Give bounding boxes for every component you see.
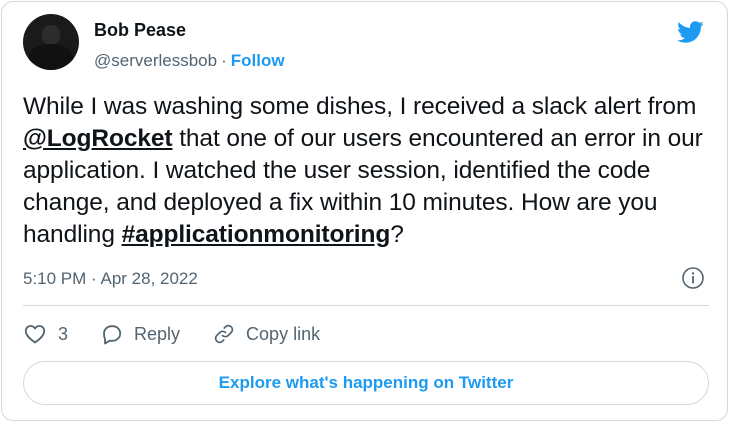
divider xyxy=(23,305,709,306)
info-icon[interactable] xyxy=(681,266,705,290)
copy-link-label: Copy link xyxy=(246,323,321,344)
action-bar: 3 Reply Copy link xyxy=(23,320,320,348)
tweet-text-part-3: ? xyxy=(390,221,404,248)
author-handle-line: @serverlessbob · Follow xyxy=(94,51,285,71)
author-name[interactable]: Bob Pease xyxy=(94,20,186,41)
tweet-text: While I was washing some dishes, I recei… xyxy=(23,91,713,251)
twitter-bird-icon[interactable] xyxy=(674,18,706,46)
avatar[interactable] xyxy=(23,14,79,70)
copy-link-button[interactable]: Copy link xyxy=(212,322,320,346)
like-count: 3 xyxy=(58,323,69,344)
like-button[interactable]: 3 xyxy=(23,322,68,346)
avatar-face xyxy=(42,25,60,45)
follow-button[interactable]: Follow xyxy=(231,51,285,70)
reply-label: Reply xyxy=(134,323,181,344)
explore-label: Explore what's happening on Twitter xyxy=(218,373,514,392)
link-icon xyxy=(214,324,234,344)
reply-bubble-icon xyxy=(103,325,122,345)
heart-icon xyxy=(24,325,46,344)
avatar-body xyxy=(29,44,73,70)
handle-separator: · xyxy=(221,51,227,70)
tweet-timestamp[interactable]: 5:10 PM · Apr 28, 2022 xyxy=(23,269,198,289)
hashtag-link[interactable]: #applicationmonitoring xyxy=(122,221,391,248)
author-handle[interactable]: @serverlessbob xyxy=(94,51,217,70)
mention-link[interactable]: @LogRocket xyxy=(23,125,173,152)
reply-button[interactable]: Reply xyxy=(100,322,180,346)
tweet-card: Bob Pease @serverlessbob · Follow While I … xyxy=(1,1,728,421)
explore-twitter-button[interactable]: Explore what's happening on Twitter xyxy=(23,361,709,405)
tweet-text-part-1: While I was washing some dishes, I recei… xyxy=(23,93,697,120)
